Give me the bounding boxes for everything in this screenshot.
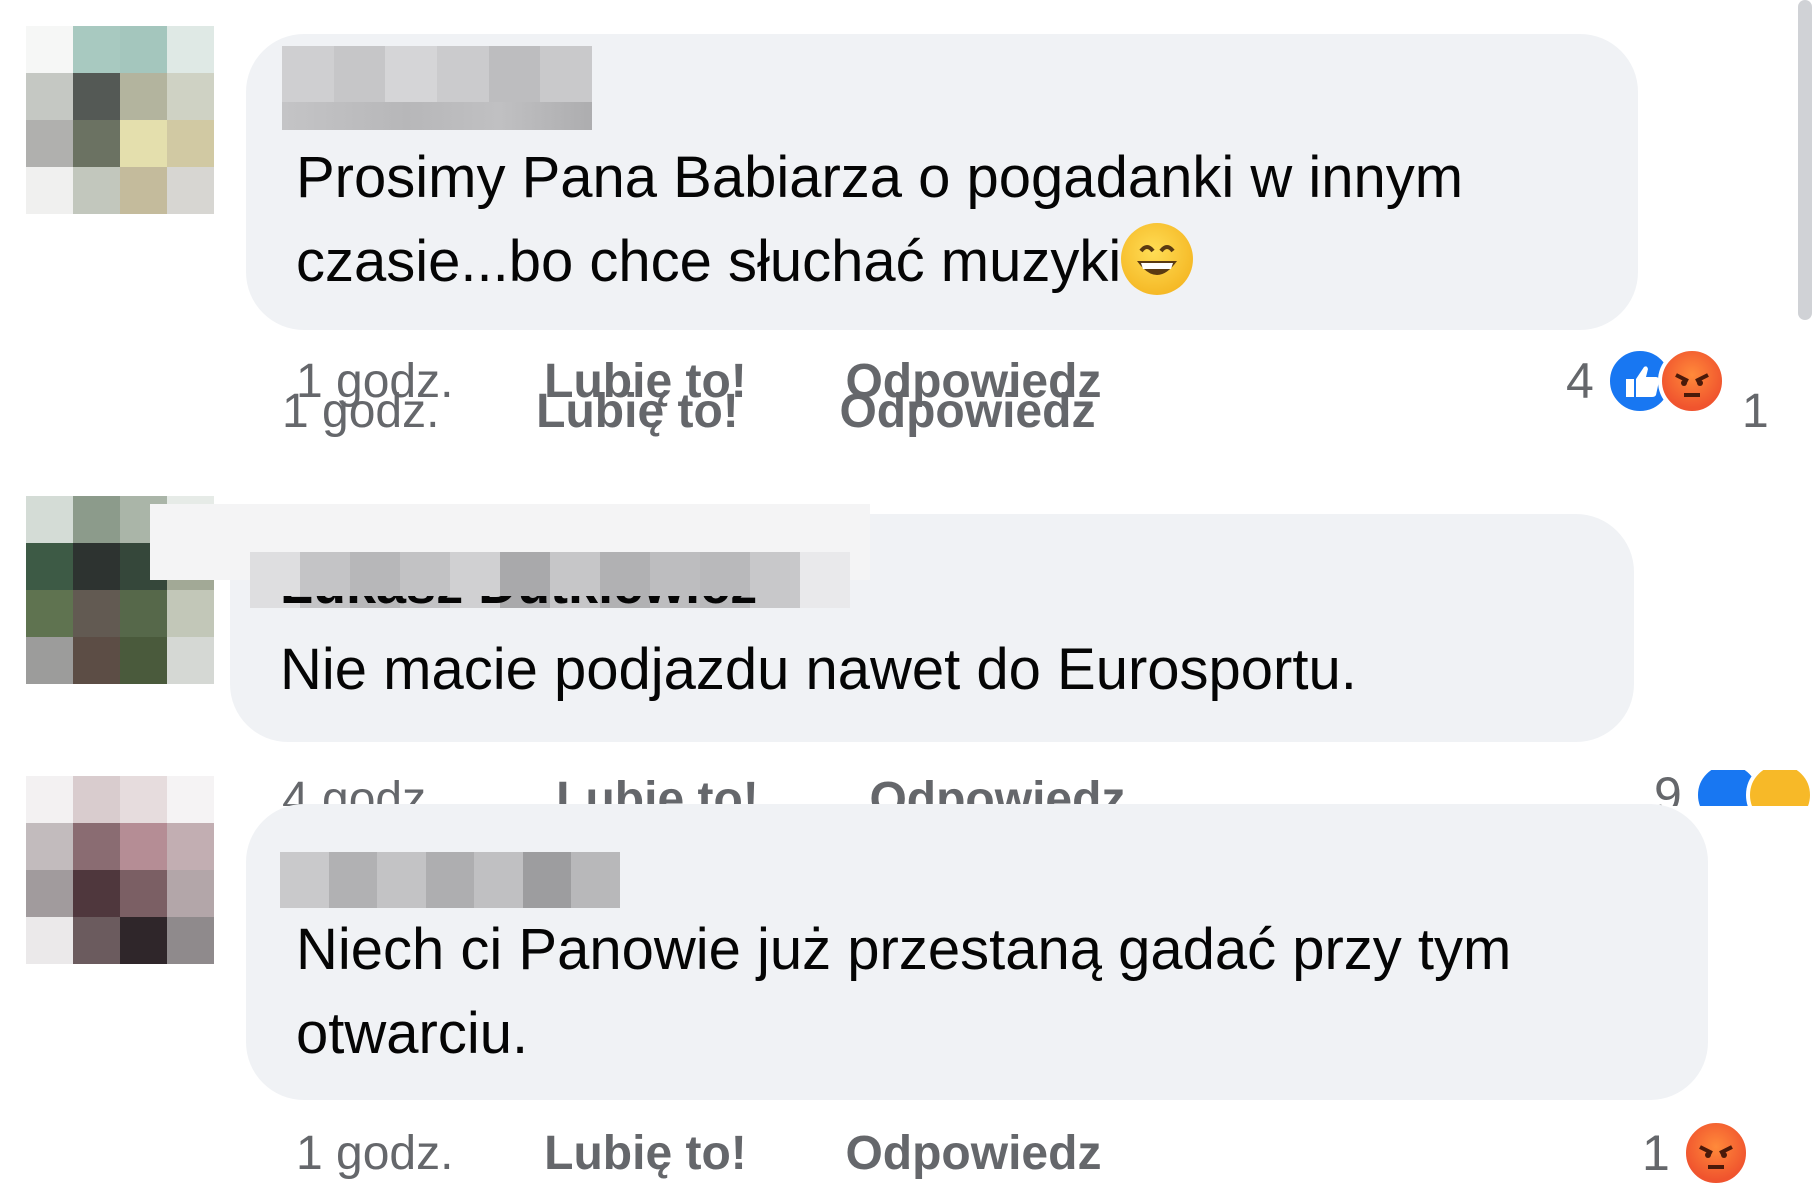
comment-text: Niech ci Panowie już przestaną gadać prz… [296,908,1696,1076]
ghost-count: 1 [1742,385,1769,438]
timestamp[interactable]: 4 godz. [282,773,439,806]
like-button[interactable]: Lubię to! [544,1127,747,1180]
reaction-count: 4 [1566,353,1594,409]
grinning-face-icon [1121,223,1194,295]
author-name-text: Łukasz Dutkiewicz [280,596,810,608]
comment-text-content: Niech ci Panowie już przestaną gadać prz… [296,917,1528,1066]
avatar[interactable] [26,26,214,214]
reply-button[interactable]: Odpowiedz [845,1127,1101,1180]
author-name-blurred[interactable] [282,46,593,102]
comment-meta: 1 godz. Lubię to! Odpowiedz [296,352,1696,412]
angry-icon [1681,1119,1750,1187]
comment-text-content: Nie macie podjazdu nawet do Eurosportu. [280,637,1357,702]
reply-button[interactable]: Odpowiedz [869,773,1125,806]
laugh-icon [1745,770,1812,806]
reaction-count: 1 [1642,1125,1670,1181]
timestamp[interactable]: 1 godz. [296,1127,453,1180]
reactions-summary[interactable]: 1 [1642,1118,1750,1188]
comment-meta: 1 godz. Lubię to! Odpowiedz [296,1124,1696,1184]
reply-button[interactable]: Odpowiedz [845,355,1101,408]
reactions-summary[interactable]: 9 [1654,770,1812,806]
comment-2-meta-clipped: 4 godz. Lubię to! Odpowiedz 9 [0,770,1812,806]
comment-text-content: Prosimy Pana Babiarza o pogadanki w inny… [296,145,1480,294]
author-name-underlay: Łukasz Dutkiewicz [280,596,810,608]
comment-text: Nie macie podjazdu nawet do Eurosportu. [280,628,1620,712]
angry-icon [1657,347,1726,415]
comment-meta: 4 godz. Lubię to! Odpowiedz [282,770,1125,806]
reaction-count: 9 [1654,770,1682,806]
reactions-summary[interactable]: 4 [1566,346,1726,416]
comment-text: Prosimy Pana Babiarza o pogadanki w inny… [296,136,1626,304]
scrollbar[interactable] [1798,0,1812,320]
author-name-blurred[interactable] [280,852,621,908]
timestamp[interactable]: 1 godz. [296,355,453,408]
like-button[interactable]: Lubię to! [556,773,759,806]
like-button[interactable]: Lubię to! [544,355,747,408]
author-name-blurred-strip [282,102,592,130]
avatar[interactable] [26,776,214,964]
